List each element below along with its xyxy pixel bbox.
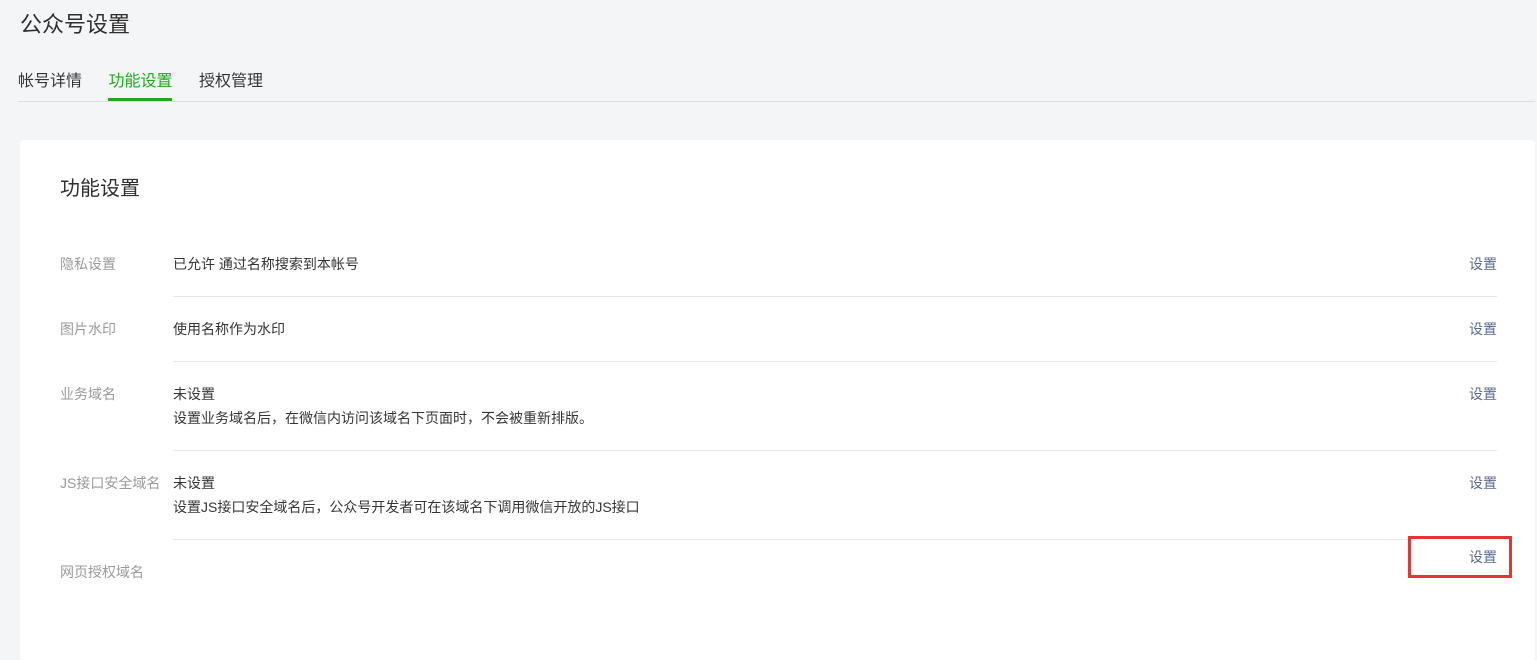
js-api-secure-domain-set-link[interactable]: 设置 <box>1469 471 1497 495</box>
row-label: 图片水印 <box>60 297 173 362</box>
row-image-watermark: 图片水印 使用名称作为水印 设置 <box>60 297 1497 362</box>
function-settings-card: 功能设置 隐私设置 已允许 通过名称搜索到本帐号 设置 图片水印 使用名称作为水… <box>20 140 1535 660</box>
row-js-api-secure-domain: JS接口安全域名 未设置 设置JS接口安全域名后，公众号开发者可在该域名下调用微… <box>60 451 1497 540</box>
row-label: 业务域名 <box>60 362 173 451</box>
row-value: 使用名称作为水印 <box>173 317 285 341</box>
tab-authorization-management[interactable]: 授权管理 <box>199 74 263 101</box>
row-description: 设置JS接口安全域名后，公众号开发者可在该域名下调用微信开放的JS接口 <box>173 495 640 519</box>
tab-bar: 帐号详情 功能设置 授权管理 <box>18 37 1535 102</box>
red-highlight-annotation: 设置 <box>1408 536 1512 578</box>
business-domain-set-link[interactable]: 设置 <box>1469 382 1497 406</box>
tab-account-details[interactable]: 帐号详情 <box>18 74 82 101</box>
row-privacy-settings: 隐私设置 已允许 通过名称搜索到本帐号 设置 <box>60 232 1497 297</box>
row-value: 已允许 通过名称搜索到本帐号 <box>173 252 359 276</box>
row-value: 未设置 <box>173 382 593 406</box>
webpage-auth-domain-set-link[interactable]: 设置 <box>1469 545 1497 569</box>
privacy-settings-set-link[interactable]: 设置 <box>1469 252 1497 276</box>
row-label: 网页授权域名 <box>60 540 173 604</box>
image-watermark-set-link[interactable]: 设置 <box>1469 317 1497 341</box>
tab-function-settings[interactable]: 功能设置 <box>108 74 172 101</box>
page-title: 公众号设置 <box>20 13 1537 37</box>
row-webpage-auth-domain: 网页授权域名 <box>60 540 1497 604</box>
row-value: 未设置 <box>173 471 640 495</box>
settings-rows: 隐私设置 已允许 通过名称搜索到本帐号 设置 图片水印 使用名称作为水印 设置 … <box>60 232 1497 604</box>
row-business-domain: 业务域名 未设置 设置业务域名后，在微信内访问该域名下页面时，不会被重新排版。 … <box>60 362 1497 451</box>
card-heading: 功能设置 <box>60 140 1497 200</box>
row-label: 隐私设置 <box>60 232 173 297</box>
row-description: 设置业务域名后，在微信内访问该域名下页面时，不会被重新排版。 <box>173 406 593 430</box>
row-label: JS接口安全域名 <box>60 451 173 540</box>
